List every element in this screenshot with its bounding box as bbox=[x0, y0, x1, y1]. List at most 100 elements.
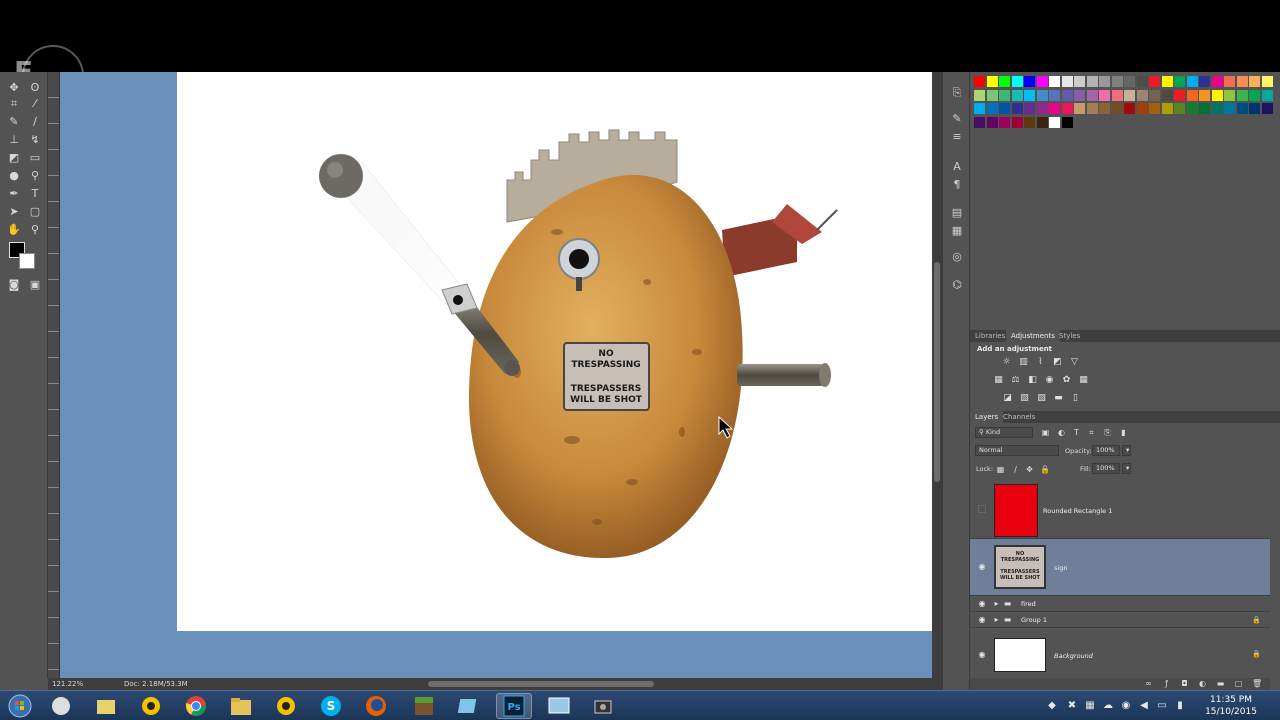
brightness-icon[interactable]: ☼ bbox=[1001, 357, 1012, 368]
photoshop-icon[interactable]: Ps bbox=[496, 693, 532, 719]
pen-tool-icon[interactable]: ✒ bbox=[5, 186, 23, 202]
swatch[interactable] bbox=[1024, 76, 1035, 87]
taskbar-app-12[interactable] bbox=[541, 693, 577, 719]
black-white-icon[interactable]: ◧ bbox=[1027, 375, 1038, 386]
filter-shape-icon[interactable]: ⌗ bbox=[1087, 428, 1096, 437]
swatch[interactable] bbox=[1111, 76, 1123, 87]
swatch[interactable] bbox=[1086, 103, 1098, 114]
taskbar-app-2[interactable] bbox=[88, 693, 124, 719]
history-brush-icon[interactable]: ↯ bbox=[26, 132, 44, 148]
fx-icon[interactable]: ƒ bbox=[1162, 679, 1171, 688]
swatch[interactable] bbox=[1111, 103, 1123, 114]
swatch[interactable] bbox=[1024, 89, 1035, 101]
swatch[interactable] bbox=[974, 116, 985, 128]
swatch[interactable] bbox=[1236, 103, 1248, 114]
swatch[interactable] bbox=[1161, 103, 1173, 114]
swatch[interactable] bbox=[1086, 89, 1098, 101]
swatch[interactable] bbox=[1049, 89, 1060, 101]
new-group-icon[interactable]: ▬ bbox=[1216, 679, 1225, 688]
fill-dropdown-icon[interactable]: ▾ bbox=[1122, 463, 1131, 474]
background-color-swatch[interactable] bbox=[19, 253, 35, 269]
swatch[interactable] bbox=[1261, 89, 1273, 101]
character-panel-icon[interactable]: A bbox=[950, 160, 964, 174]
system-clock[interactable]: 11:35 PM 15/10/2015 bbox=[1196, 694, 1266, 718]
tray-icon-2[interactable]: ✖ bbox=[1066, 700, 1078, 712]
swatch[interactable] bbox=[1099, 103, 1110, 114]
vertical-scroll-thumb[interactable] bbox=[934, 262, 940, 482]
swatch[interactable] bbox=[1149, 76, 1160, 87]
swatch[interactable] bbox=[1011, 116, 1023, 128]
swatch[interactable] bbox=[1061, 89, 1073, 101]
invert-icon[interactable]: ◪ bbox=[1002, 393, 1013, 404]
swatch[interactable] bbox=[1211, 76, 1223, 87]
eye-icon[interactable]: ◉ bbox=[977, 650, 987, 660]
swatch[interactable] bbox=[999, 76, 1010, 87]
selective-color-icon[interactable]: ▯ bbox=[1070, 393, 1081, 404]
blend-mode-select[interactable]: Normal bbox=[975, 445, 1059, 456]
minecraft-icon[interactable] bbox=[406, 693, 442, 719]
type-tool-icon[interactable]: T bbox=[26, 186, 44, 202]
swatch[interactable] bbox=[1136, 76, 1148, 87]
swatch[interactable] bbox=[1036, 103, 1048, 114]
expand-arrow-icon[interactable]: ▸ bbox=[992, 615, 1001, 624]
firefox-icon[interactable] bbox=[358, 693, 394, 719]
swatch[interactable] bbox=[1174, 103, 1185, 114]
filter-smart-icon[interactable]: ⎘ bbox=[1103, 428, 1112, 437]
expand-arrow-icon[interactable]: ▸ bbox=[992, 599, 1001, 608]
curves-icon[interactable]: ⌇ bbox=[1035, 357, 1046, 368]
swatch[interactable] bbox=[1011, 89, 1023, 101]
swatch[interactable] bbox=[1011, 76, 1023, 87]
lock-paint-icon[interactable]: ∕ bbox=[1011, 465, 1020, 474]
eyedropper-tool-icon[interactable]: ⁄ bbox=[26, 96, 44, 112]
layer-filter-kind[interactable]: ⚲ Kind bbox=[975, 427, 1033, 438]
eye-icon[interactable]: ◉ bbox=[977, 599, 987, 609]
swatch[interactable] bbox=[1074, 76, 1085, 87]
swatch[interactable] bbox=[1249, 103, 1260, 114]
swatch[interactable] bbox=[986, 89, 998, 101]
properties-panel-icon[interactable]: ▤ bbox=[950, 206, 964, 220]
zoom-tool-icon[interactable]: ⚲ bbox=[26, 222, 44, 238]
eye-icon[interactable]: ◉ bbox=[977, 562, 987, 572]
gradient-tool-icon[interactable]: ▭ bbox=[26, 150, 44, 166]
swatch[interactable] bbox=[1236, 76, 1248, 87]
swatch[interactable] bbox=[999, 103, 1010, 114]
lock-position-icon[interactable]: ✥ bbox=[1025, 465, 1034, 474]
new-layer-icon[interactable]: ▢ bbox=[1234, 679, 1243, 688]
swatch[interactable] bbox=[1061, 103, 1073, 114]
swatch[interactable] bbox=[1099, 76, 1110, 87]
swatch[interactable] bbox=[1124, 76, 1135, 87]
healing-tool-icon[interactable]: ✎ bbox=[5, 114, 23, 130]
file-explorer-icon[interactable] bbox=[223, 693, 259, 719]
swatch[interactable] bbox=[1186, 76, 1198, 87]
brush-presets-icon[interactable]: ≡ bbox=[950, 130, 964, 144]
swatch[interactable] bbox=[999, 116, 1010, 128]
start-button[interactable] bbox=[2, 693, 38, 719]
filter-type-icon[interactable]: T bbox=[1072, 428, 1081, 437]
tab-styles[interactable]: Styles bbox=[1054, 330, 1085, 342]
lasso-tool-icon[interactable]: ʘ bbox=[26, 80, 44, 96]
swatch[interactable] bbox=[1249, 76, 1260, 87]
swatch[interactable] bbox=[1024, 116, 1035, 128]
info-panel-icon[interactable]: ▦ bbox=[950, 224, 964, 238]
blur-tool-icon[interactable]: ● bbox=[5, 168, 23, 184]
layer-visibility-off-icon[interactable] bbox=[978, 505, 986, 513]
swatch[interactable] bbox=[1199, 89, 1210, 101]
swatch[interactable] bbox=[1074, 89, 1085, 101]
swatch[interactable] bbox=[1011, 103, 1023, 114]
swatch[interactable] bbox=[1036, 89, 1048, 101]
swatch[interactable] bbox=[999, 89, 1010, 101]
swatch[interactable] bbox=[1224, 103, 1235, 114]
move-tool-icon[interactable]: ✥ bbox=[5, 80, 23, 96]
hand-tool-icon[interactable]: ✋ bbox=[5, 222, 23, 238]
stamp-tool-icon[interactable]: ⊥ bbox=[5, 132, 23, 148]
tab-adjustments[interactable]: Adjustments bbox=[1006, 330, 1060, 342]
swatch[interactable] bbox=[1149, 103, 1160, 114]
eraser-tool-icon[interactable]: ◩ bbox=[5, 150, 23, 166]
new-adjustment-icon[interactable]: ◐ bbox=[1198, 679, 1207, 688]
vibrance-icon[interactable]: ▽ bbox=[1069, 357, 1080, 368]
swatch[interactable] bbox=[1199, 76, 1210, 87]
document-canvas[interactable]: NO TRESPASSING TRESPASSERS WILL BE SHOT bbox=[177, 72, 932, 631]
crop-tool-icon[interactable]: ⌗ bbox=[5, 96, 23, 112]
shape-tool-icon[interactable]: ▢ bbox=[26, 204, 44, 220]
taskbar-app-1[interactable] bbox=[43, 693, 79, 719]
